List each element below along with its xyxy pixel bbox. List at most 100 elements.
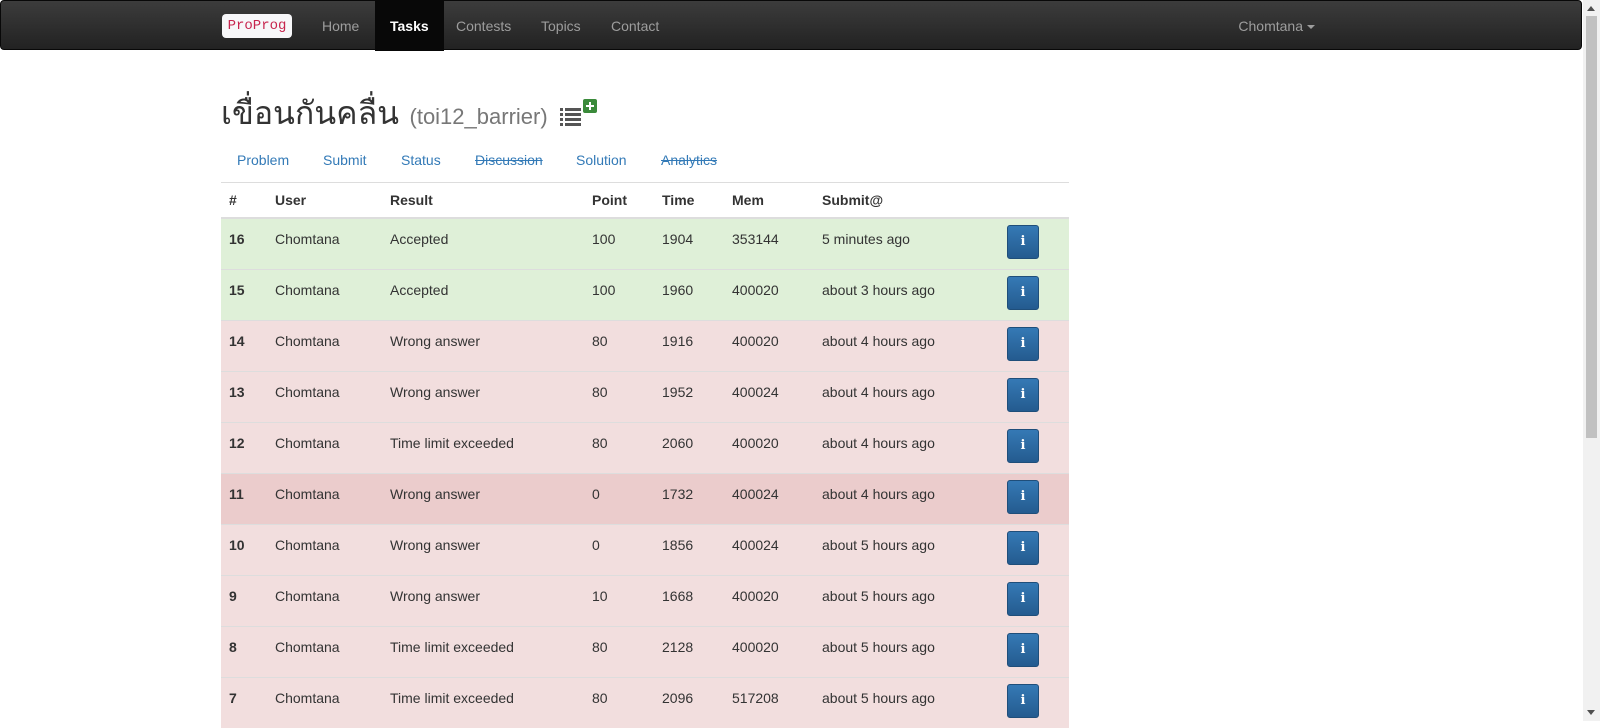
tab-solution[interactable]: Solution [576, 152, 627, 168]
cell-result: Wrong answer [382, 523, 584, 575]
task-code: (toi12_barrier) [409, 104, 548, 129]
cell-submitted: about 4 hours ago [814, 421, 999, 473]
scroll-up-arrow-icon[interactable] [1587, 6, 1595, 11]
table-body: 16 Chomtana Accepted 100 1904 353144 5 minutes… [221, 217, 1069, 728]
cell-point: 80 [584, 625, 654, 677]
nav-home[interactable]: Home [307, 1, 374, 51]
cell-point: 0 [584, 523, 654, 575]
col-header-id: # [221, 182, 267, 219]
info-icon: i [1020, 539, 1026, 555]
info-button[interactable]: i [1007, 326, 1039, 361]
cell-id: 16 [221, 217, 267, 269]
cell-submitted: about 5 hours ago [814, 625, 999, 677]
cell-mem: 400020 [724, 625, 814, 677]
info-button[interactable]: i [1007, 479, 1039, 514]
cell-submitted: about 4 hours ago [814, 370, 999, 422]
info-icon: i [1020, 692, 1026, 708]
info-button[interactable]: i [1007, 632, 1039, 667]
cell-actions: i [999, 421, 1069, 473]
cell-submitted: about 4 hours ago [814, 319, 999, 371]
col-header-user: User [267, 182, 382, 219]
col-header-point: Point [584, 182, 654, 219]
cell-mem: 400020 [724, 574, 814, 626]
cell-time: 1668 [654, 574, 724, 626]
cell-result: Wrong answer [382, 319, 584, 371]
nav-topics[interactable]: Topics [526, 1, 596, 51]
cell-actions: i [999, 217, 1069, 269]
cell-actions: i [999, 472, 1069, 524]
cell-result: Wrong answer [382, 472, 584, 524]
info-icon: i [1020, 284, 1026, 300]
user-dropdown[interactable]: Chomtana [1238, 1, 1315, 51]
col-header-time: Time [654, 182, 724, 219]
cell-time: 1952 [654, 370, 724, 422]
cell-result: Time limit exceeded [382, 421, 584, 473]
info-button[interactable]: i [1007, 377, 1039, 412]
task-title: เขื่อนกันคลื่น [221, 94, 400, 132]
scroll-down-arrow-icon[interactable] [1587, 710, 1595, 715]
cell-time: 2096 [654, 676, 724, 728]
top-navbar: ProProg Home Tasks Contests Topics Conta… [0, 0, 1582, 51]
nav-contact[interactable]: Contact [596, 1, 674, 51]
table-row[interactable]: 15 Chomtana Accepted 100 1960 400020 about 3 h… [221, 268, 1069, 320]
cell-actions: i [999, 370, 1069, 422]
vertical-scrollbar[interactable] [1583, 0, 1600, 721]
cell-submitted: about 3 hours ago [814, 268, 999, 320]
tab-submit[interactable]: Submit [323, 152, 367, 168]
cell-point: 10 [584, 574, 654, 626]
cell-result: Wrong answer [382, 574, 584, 626]
cell-user: Chomtana [267, 268, 382, 320]
table-row[interactable]: 10 Chomtana Wrong answer 0 1856 400024 about 5… [221, 523, 1069, 575]
table-row[interactable]: 12 Chomtana Time limit exceeded 80 2060 40002… [221, 421, 1069, 473]
nav-tasks[interactable]: Tasks [375, 1, 444, 51]
cell-user: Chomtana [267, 625, 382, 677]
cell-id: 8 [221, 625, 267, 677]
info-icon: i [1020, 590, 1026, 606]
tab-analytics[interactable]: Analytics [661, 152, 717, 168]
cell-submitted: about 5 hours ago [814, 574, 999, 626]
tab-discussion[interactable]: Discussion [475, 152, 543, 168]
cell-id: 12 [221, 421, 267, 473]
info-button[interactable]: i [1007, 428, 1039, 463]
table-row[interactable]: 14 Chomtana Wrong answer 80 1916 400020 about … [221, 319, 1069, 371]
info-button[interactable]: i [1007, 225, 1039, 259]
cell-submitted: about 5 hours ago [814, 676, 999, 728]
table-row[interactable]: 7 Chomtana Time limit exceeded 80 2096 517208… [221, 676, 1069, 728]
cell-id: 10 [221, 523, 267, 575]
cell-point: 100 [584, 217, 654, 269]
cell-actions: i [999, 625, 1069, 677]
cell-actions: i [999, 574, 1069, 626]
cell-mem: 400020 [724, 421, 814, 473]
cell-actions: i [999, 319, 1069, 371]
cell-id: 13 [221, 370, 267, 422]
cell-user: Chomtana [267, 472, 382, 524]
cell-mem: 400024 [724, 370, 814, 422]
table-row[interactable]: 9 Chomtana Wrong answer 10 1668 400020 about 5… [221, 574, 1069, 626]
cell-id: 11 [221, 472, 267, 524]
cell-point: 80 [584, 421, 654, 473]
table-row[interactable]: 13 Chomtana Wrong answer 80 1952 400024 about … [221, 370, 1069, 422]
tab-status[interactable]: Status [401, 152, 441, 168]
cell-mem: 400024 [724, 523, 814, 575]
table-row[interactable]: 11 Chomtana Wrong answer 0 1732 400024 about 4… [221, 472, 1069, 524]
cell-point: 80 [584, 676, 654, 728]
tab-problem[interactable]: Problem [237, 152, 289, 168]
cell-mem: 353144 [724, 217, 814, 269]
table-row[interactable]: 8 Chomtana Time limit exceeded 80 2128 400020… [221, 625, 1069, 677]
brand-logo[interactable]: ProProg [222, 14, 292, 38]
cell-point: 80 [584, 370, 654, 422]
add-to-list-icon[interactable] [558, 98, 598, 132]
info-button[interactable]: i [1007, 581, 1039, 616]
info-button[interactable]: i [1007, 530, 1039, 565]
cell-point: 80 [584, 319, 654, 371]
cell-id: 14 [221, 319, 267, 371]
cell-user: Chomtana [267, 319, 382, 371]
cell-time: 1856 [654, 523, 724, 575]
nav-contests[interactable]: Contests [441, 1, 526, 51]
table-row[interactable]: 16 Chomtana Accepted 100 1904 353144 5 minutes… [221, 217, 1069, 269]
cell-user: Chomtana [267, 421, 382, 473]
scroll-thumb[interactable] [1586, 16, 1597, 438]
info-button[interactable]: i [1007, 683, 1039, 718]
info-icon: i [1020, 234, 1026, 249]
info-button[interactable]: i [1007, 275, 1039, 310]
